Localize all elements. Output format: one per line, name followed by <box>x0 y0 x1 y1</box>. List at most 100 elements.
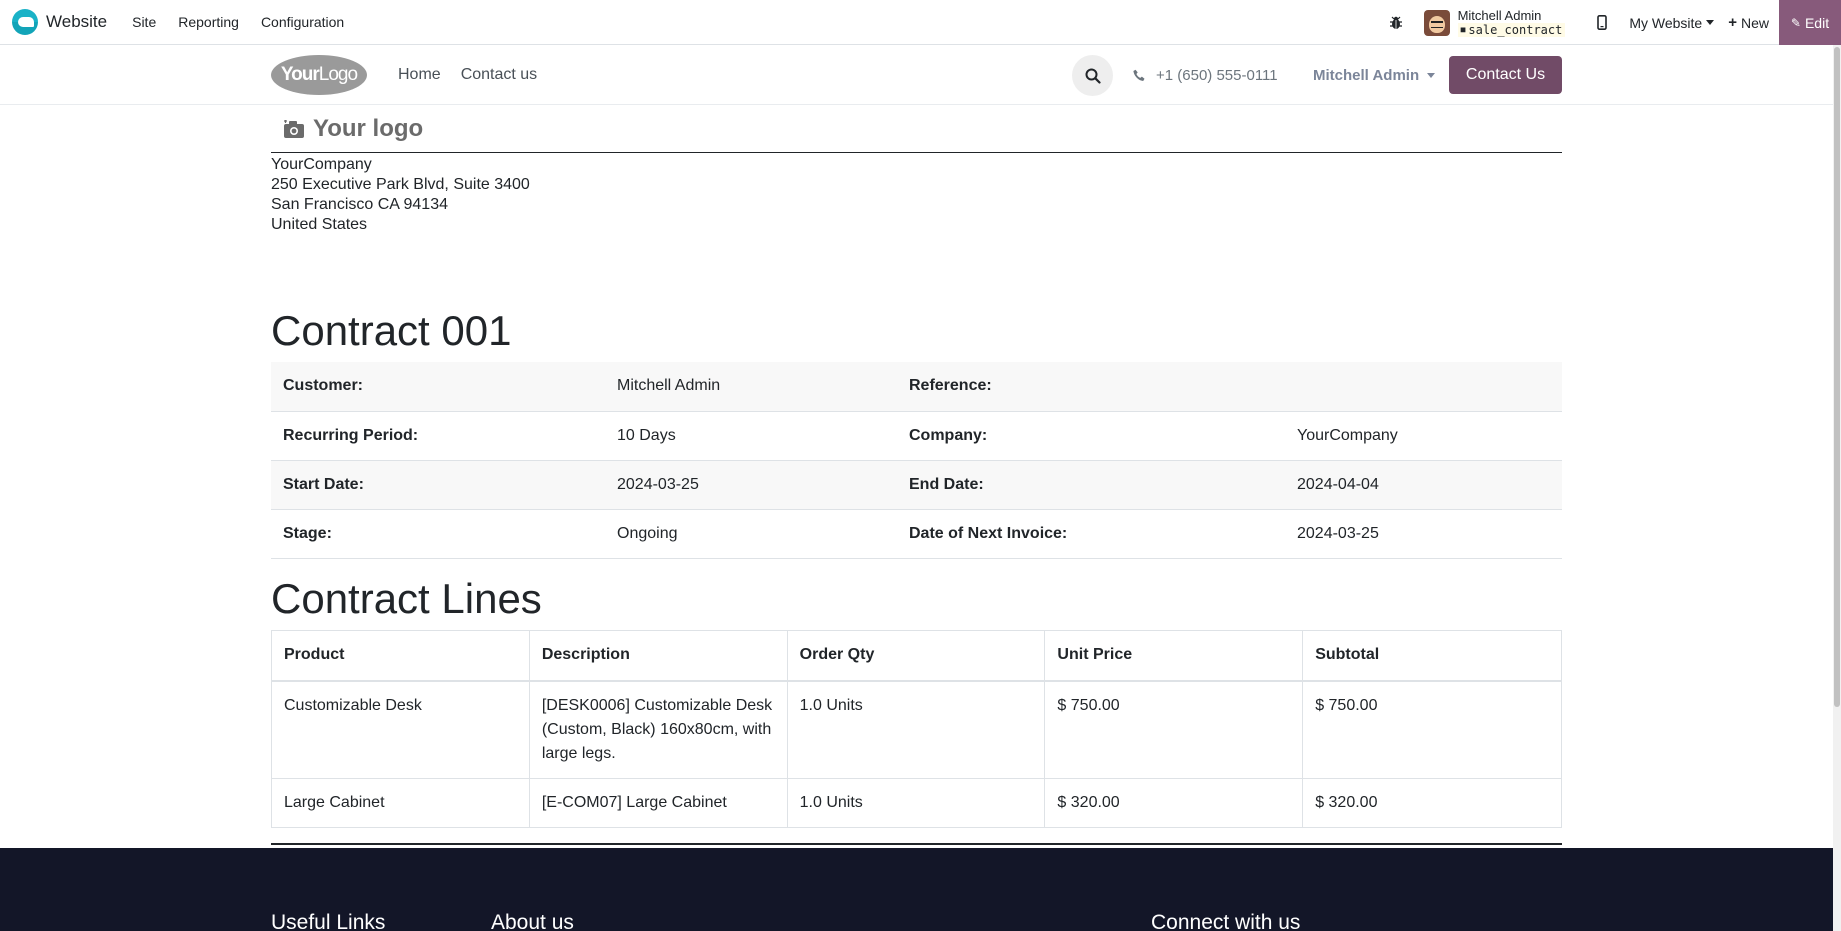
reference-label: Reference: <box>897 362 1285 412</box>
admin-menu: Site Reporting Configuration <box>121 0 355 45</box>
stage-value: Ongoing <box>605 509 897 559</box>
edit-label: Edit <box>1804 14 1830 31</box>
contract-info-table: Customer: Mitchell Admin Reference: Recu… <box>271 362 1562 559</box>
website-switcher-label: My Website <box>1629 14 1703 31</box>
footer-about-us-heading: About us <box>491 911 574 931</box>
admin-bar-right: Mitchell Admin ■ sale_contract My Websit… <box>1382 0 1841 45</box>
plus-icon: + <box>1728 14 1737 31</box>
menu-site[interactable]: Site <box>121 0 167 45</box>
mobile-preview-device-icon[interactable] <box>1589 10 1615 36</box>
info-row: Start Date: 2024-03-25 End Date: 2024-04… <box>271 460 1562 510</box>
site-logo-text-bold: Your <box>280 64 320 85</box>
contract-lines-table: Product Description Order Qty Unit Price… <box>271 630 1562 828</box>
header-divider <box>271 152 1562 153</box>
line-subtotal: $ 320.00 <box>1302 777 1562 828</box>
admin-navbar: Website Site Reporting Configuration Mit… <box>0 0 1841 45</box>
site-logo-text-light: Logo <box>318 64 358 85</box>
col-header-subtotal: Subtotal <box>1302 630 1562 682</box>
user-name: Mitchell Admin <box>1457 7 1542 23</box>
table-row: Large Cabinet [E-COM07] Large Cabinet 1.… <box>271 777 1562 828</box>
phone-link[interactable]: +1 (650) 555-0111 <box>1133 45 1278 105</box>
address-line: YourCompany <box>271 156 372 173</box>
caret-down-icon <box>1706 20 1715 25</box>
address-line: 250 Executive Park Blvd, Suite 3400 <box>271 176 530 193</box>
reference-value <box>1285 362 1562 412</box>
scrollbar-thumb[interactable] <box>1834 47 1840 707</box>
col-header-product: Product <box>271 630 530 682</box>
company-label: Company: <box>897 411 1285 461</box>
website-header: YourLogo Home Contact us +1 (650) 555-01… <box>0 45 1833 105</box>
end-date-label: End Date: <box>897 460 1285 510</box>
phone-icon <box>1133 69 1145 81</box>
user-avatar <box>1423 9 1450 36</box>
debug-bug-icon[interactable] <box>1382 9 1410 37</box>
nav-contact-us[interactable]: Contact us <box>461 66 537 84</box>
database-name: sale_contract <box>1468 22 1563 37</box>
info-row: Stage: Ongoing Date of Next Invoice: 202… <box>271 509 1562 559</box>
table-header-row: Product Description Order Qty Unit Price… <box>271 630 1562 682</box>
info-row: Recurring Period: 10 Days Company: YourC… <box>271 411 1562 461</box>
footer-connect-heading: Connect with us <box>1151 911 1301 931</box>
line-description: [DESK0006] Customizable Desk (Custom, Bl… <box>528 680 788 779</box>
nav-home[interactable]: Home <box>398 66 441 84</box>
edit-page-button[interactable]: ✎ Edit <box>1779 0 1841 45</box>
col-header-description: Description <box>528 630 788 682</box>
col-header-order-qty: Order Qty <box>786 630 1046 682</box>
app-name: Website <box>46 12 108 31</box>
logo-placeholder-text: Your logo <box>313 115 424 142</box>
info-row: Customer: Mitchell Admin Reference: <box>271 362 1562 412</box>
address-line: United States <box>271 216 368 233</box>
site-logo[interactable]: YourLogo <box>271 55 367 95</box>
website-app-icon <box>12 9 38 35</box>
line-product: Large Cabinet <box>271 777 530 828</box>
app-home-link[interactable]: Website <box>12 0 107 45</box>
col-header-unit-price: Unit Price <box>1044 630 1304 682</box>
line-product: Customizable Desk <box>271 680 530 779</box>
search-icon <box>1085 68 1101 84</box>
contract-title: Contract 001 <box>271 307 512 354</box>
new-content-button[interactable]: + New <box>1728 14 1769 31</box>
phone-number: +1 (650) 555-0111 <box>1156 66 1278 84</box>
company-value: YourCompany <box>1285 411 1562 461</box>
customer-label: Customer: <box>271 362 605 412</box>
camera-icon <box>284 119 304 138</box>
company-address: YourCompany 250 Executive Park Blvd, Sui… <box>271 155 530 235</box>
start-date-label: Start Date: <box>271 460 605 510</box>
end-date-value: 2024-04-04 <box>1285 460 1562 510</box>
line-unit-price: $ 750.00 <box>1044 680 1304 779</box>
contract-lines-title: Contract Lines <box>271 575 542 622</box>
menu-reporting[interactable]: Reporting <box>167 0 250 45</box>
address-line: San Francisco CA 94134 <box>271 196 448 213</box>
contact-us-button[interactable]: Contact Us <box>1449 56 1562 94</box>
recurring-period-value: 10 Days <box>605 411 897 461</box>
caret-down-icon <box>1427 72 1436 78</box>
website-switcher[interactable]: My Website <box>1629 14 1715 31</box>
line-qty: 1.0 Units <box>786 777 1046 828</box>
company-logo-placeholder: Your logo <box>283 111 423 147</box>
menu-configuration[interactable]: Configuration <box>250 0 355 45</box>
database-icon: ■ <box>1460 24 1466 34</box>
next-invoice-date-value: 2024-03-25 <box>1285 509 1562 559</box>
user-menu[interactable]: Mitchell Admin ■ sale_contract <box>1423 7 1566 37</box>
recurring-period-label: Recurring Period: <box>271 411 605 461</box>
line-subtotal: $ 750.00 <box>1302 680 1562 779</box>
start-date-value: 2024-03-25 <box>605 460 897 510</box>
line-unit-price: $ 320.00 <box>1044 777 1304 828</box>
new-label: New <box>1740 14 1769 31</box>
line-qty: 1.0 Units <box>786 680 1046 779</box>
footer-useful-links-heading: Useful Links <box>271 911 386 931</box>
next-invoice-date-label: Date of Next Invoice: <box>897 509 1285 559</box>
customer-value: Mitchell Admin <box>605 362 897 412</box>
site-user-name: Mitchell Admin <box>1313 66 1420 84</box>
page-scrollbar[interactable] <box>1833 45 1841 931</box>
line-description: [E-COM07] Large Cabinet <box>528 777 788 828</box>
database-badge: ■ sale_contract <box>1457 22 1566 37</box>
search-button[interactable] <box>1072 55 1113 96</box>
site-nav: Home Contact us <box>398 45 557 105</box>
site-footer: Useful Links About us Connect with us <box>0 848 1833 931</box>
pencil-icon: ✎ <box>1790 15 1801 30</box>
site-user-dropdown[interactable]: Mitchell Admin <box>1313 45 1436 105</box>
stage-label: Stage: <box>271 509 605 559</box>
footer-divider <box>271 843 1562 845</box>
table-row: Customizable Desk [DESK0006] Customizabl… <box>271 680 1562 779</box>
